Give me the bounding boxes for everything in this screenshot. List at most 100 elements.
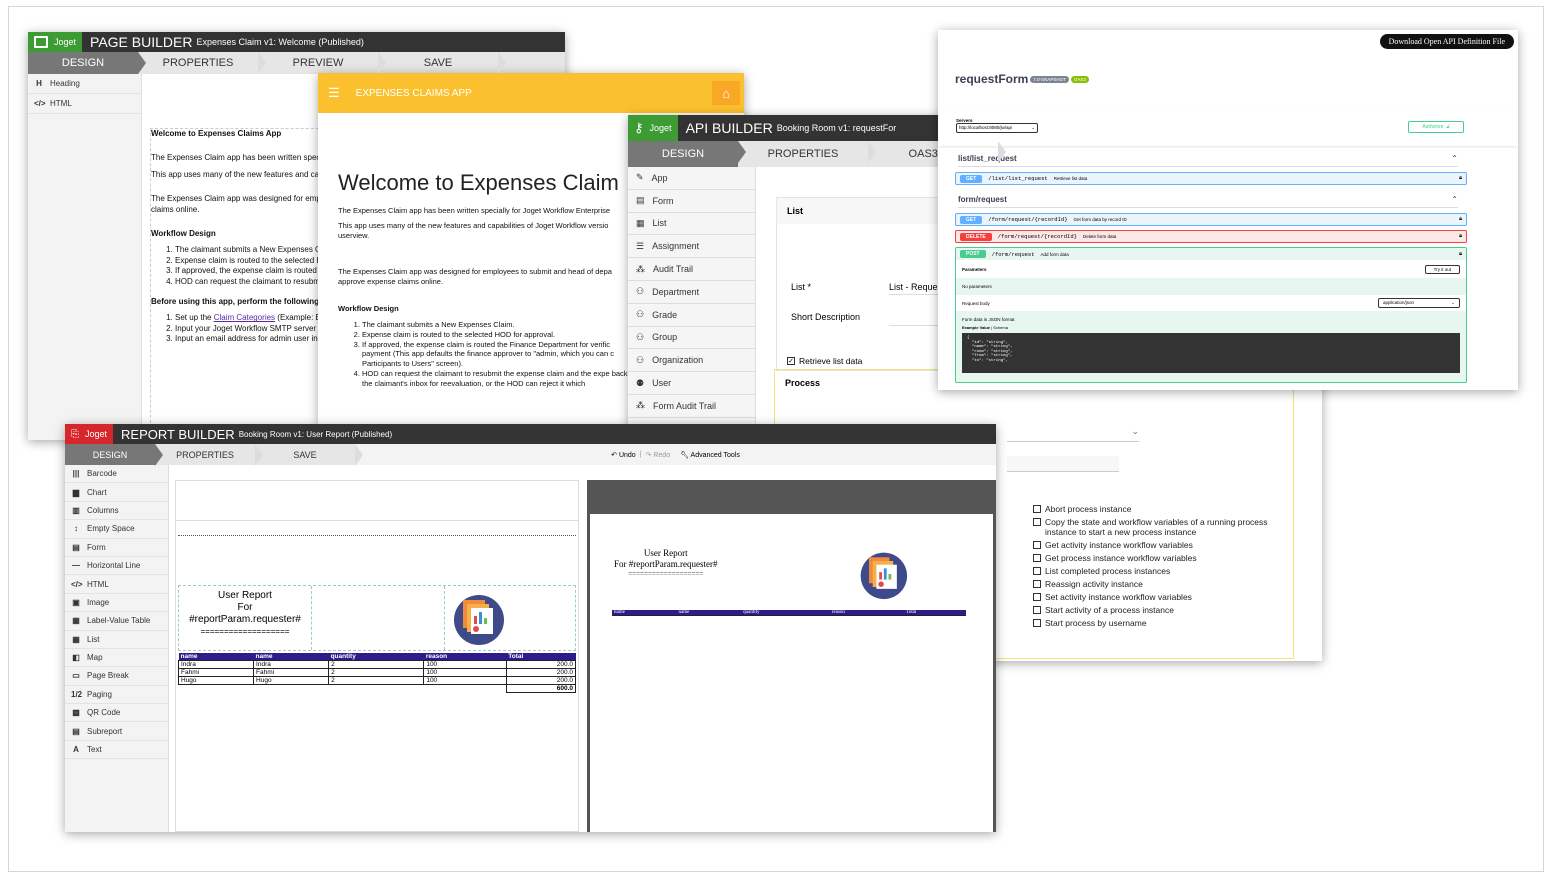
example-value-tab[interactable]: Example Value (962, 325, 990, 330)
checkbox-start-process[interactable]: Start process by username (1033, 618, 1283, 628)
sidebar-item-subreport[interactable]: ▤ Subreport (65, 722, 168, 741)
schema-tab[interactable]: Schema (993, 325, 1008, 330)
process-select[interactable]: ⌄ (1007, 426, 1139, 442)
sidebar-item-user[interactable]: ⚉ User (628, 372, 755, 395)
sidebar-item-group[interactable]: ⚇ Group (628, 327, 755, 350)
text-icon: A (73, 745, 79, 755)
advanced-tools-button[interactable]: 🔧︎ Advanced Tools (680, 451, 740, 459)
expenses-app-header: ☰ EXPENSES CLAIMS APP ⌂ (318, 73, 744, 113)
tab-preview[interactable]: PREVIEW (258, 52, 386, 74)
sidebar-item-form[interactable]: ▤ Form (628, 190, 755, 213)
tab-design[interactable]: DESIGN (65, 444, 163, 466)
sidebar-item-grade[interactable]: ⚇ Grade (628, 304, 755, 327)
sidebar-item-page-break[interactable]: ▭ Page Break (65, 667, 168, 686)
table-total-row: 600.0 (179, 684, 577, 693)
servers-bar: Servers http://localhost:8080/jw/api ⌄ Au… (938, 112, 1518, 146)
download-api-button[interactable]: Download Open API Definition File (1379, 34, 1514, 49)
page-builder-title: PAGE BUILDER (90, 34, 193, 50)
server-select[interactable]: http://localhost:8080/jw/api ⌄ (956, 123, 1038, 133)
sidebar-item-columns[interactable]: ▥ Columns (65, 502, 168, 521)
sidebar-item-qr-code[interactable]: ▩ QR Code (65, 704, 168, 723)
qr-code-icon: ▩ (72, 708, 80, 718)
group-list-request[interactable]: list/list_request ⌃ (958, 154, 1458, 167)
undo-button[interactable]: ↶ Undo (611, 451, 636, 459)
sidebar-item-form-audit-trail[interactable]: ⁂ Form Audit Trail (628, 395, 755, 418)
report-builder-title: REPORT BUILDER (121, 426, 235, 442)
tab-properties[interactable]: PROPERTIES (138, 52, 266, 74)
form-icon: ▤ (72, 542, 80, 552)
tab-design[interactable]: DESIGN (628, 141, 746, 167)
undo-icon: ↶ (611, 451, 618, 459)
sidebar-item-list[interactable]: ▦ List (65, 631, 168, 649)
checkbox-get-process-vars[interactable]: Get process instance workflow variables (1033, 553, 1283, 563)
chevron-down-icon: ⌄ (1131, 426, 1139, 436)
code-sample: { "id": "string", "name": "string", "roo… (962, 333, 1460, 373)
retrieve-list-checkbox[interactable]: ✓ Retrieve list data (787, 356, 862, 366)
checkbox-list-completed[interactable]: List completed process instances (1033, 566, 1283, 576)
sidebar-item-assignment[interactable]: ☰ Assignment (628, 235, 755, 259)
sidebar-item-text[interactable]: A Text (65, 741, 168, 760)
checkbox-get-activity-vars[interactable]: Get activity instance workflow variables (1033, 540, 1283, 550)
tab-properties[interactable]: PROPERTIES (738, 141, 876, 167)
home-button[interactable]: ⌂ (712, 81, 740, 105)
sidebar-item-image[interactable]: ▣ Image (65, 594, 168, 613)
content-type-select[interactable]: application/json ⌄ (1378, 298, 1460, 308)
dotted-divider (178, 535, 576, 536)
sidebar-item-app[interactable]: ✎ App (628, 167, 755, 190)
sidebar-item-html[interactable]: </> HTML (28, 94, 141, 114)
tab-save[interactable]: SAVE (378, 52, 506, 74)
report-design-canvas: User Report For #reportParam.requester# … (175, 480, 579, 832)
sidebar-item-map[interactable]: ◧ Map (65, 649, 168, 668)
report-title: User Report (218, 590, 272, 601)
endpoint-delete-form[interactable]: DELETE /form/request/{recordId} Delete f… (955, 230, 1467, 243)
try-it-out-button[interactable]: Try it out (1424, 264, 1460, 274)
report-table: name name quantity reason Total Indra Ind… (177, 653, 577, 693)
sidebar-item-paging[interactable]: 1/2 Paging (65, 686, 168, 705)
workflow-list: The claimant submits a New Expenses Clai… (338, 320, 638, 388)
list-item: The claimant submits a New Expenses Clai… (362, 320, 638, 330)
endpoint-get-list[interactable]: GET /list/list_request Retrieve list dat… (955, 172, 1467, 185)
sidebar-item-list[interactable]: ▦ List (628, 213, 755, 236)
sidebar-item-html[interactable]: </> HTML (65, 575, 168, 594)
sidebar-item-heading[interactable]: H Heading (28, 74, 141, 94)
sidebar-item-barcode[interactable]: ||| Barcode (65, 465, 168, 484)
sidebar-item-department[interactable]: ⚇ Department (628, 281, 755, 304)
claim-categories-link[interactable]: Claim Categories (214, 313, 275, 322)
tab-properties[interactable]: PROPERTIES (155, 444, 263, 466)
sidebar-item-audit-trail[interactable]: ⁂ Audit Trail (628, 258, 755, 281)
redo-button[interactable]: ↷ Redo (646, 451, 671, 459)
endpoint-post-form[interactable]: POST /form/request Add form data 🔒︎ Para… (955, 247, 1467, 383)
sidebar-item-form[interactable]: ▤ Form (65, 539, 168, 557)
chevron-up-icon: ⌃ (1451, 154, 1458, 163)
checkbox-set-activity-vars[interactable]: Set activity instance workflow variables (1033, 592, 1283, 602)
method-badge: GET (960, 174, 983, 183)
request-body-header: Request body application/json ⌄ (956, 295, 1466, 311)
list-item: If approved, the expense claim is routed… (362, 340, 638, 369)
wrench-icon: 🔧︎ (680, 451, 689, 459)
report-toolbar: ↶ Undo | ↷ Redo 🔧︎ Advanced Tools (355, 444, 996, 465)
table-icon: ▦ (636, 217, 645, 228)
lock-icon: 🔒︎ (1459, 216, 1462, 222)
image-icon: ▣ (72, 597, 80, 607)
process-input[interactable] (1007, 456, 1119, 472)
sidebar-item-organization[interactable]: ⚇ Organization (628, 349, 755, 373)
hamburger-icon[interactable]: ☰ (328, 85, 340, 101)
table-row: Fahmi Fahmi 2 100 200.0 (177, 668, 577, 677)
sidebar-item-chart[interactable]: ▆ Chart (65, 483, 168, 502)
checkbox-reassign[interactable]: Reassign activity instance (1033, 579, 1283, 589)
checkbox-abort-process[interactable]: Abort process instance (1033, 504, 1283, 514)
tab-save[interactable]: SAVE (255, 444, 363, 466)
authorize-button[interactable]: Authorize 🔓︎ (1408, 121, 1464, 133)
sidebar-item-horizontal-line[interactable]: — Horizontal Line (65, 557, 168, 576)
sidebar-item-empty-space[interactable]: ↕ Empty Space (65, 520, 168, 539)
sidebar-item-label-value-table[interactable]: ▦ Label-Value Table (65, 612, 168, 631)
tab-design[interactable]: DESIGN (28, 52, 146, 74)
checkbox-copy-state[interactable]: Copy the state and workflow variables of… (1033, 517, 1283, 537)
empty-cell (312, 586, 445, 650)
checkbox-start-activity[interactable]: Start activity of a process instance (1033, 605, 1283, 615)
joget-logo-text: Joget (85, 429, 108, 439)
example-tabs: Example Value | Schema (962, 325, 1008, 330)
group-form-request[interactable]: form/request ⌃ (958, 195, 1458, 208)
endpoint-get-form[interactable]: GET /form/request/{recordId} Get form da… (955, 213, 1467, 226)
code-icon: </> (71, 579, 83, 589)
